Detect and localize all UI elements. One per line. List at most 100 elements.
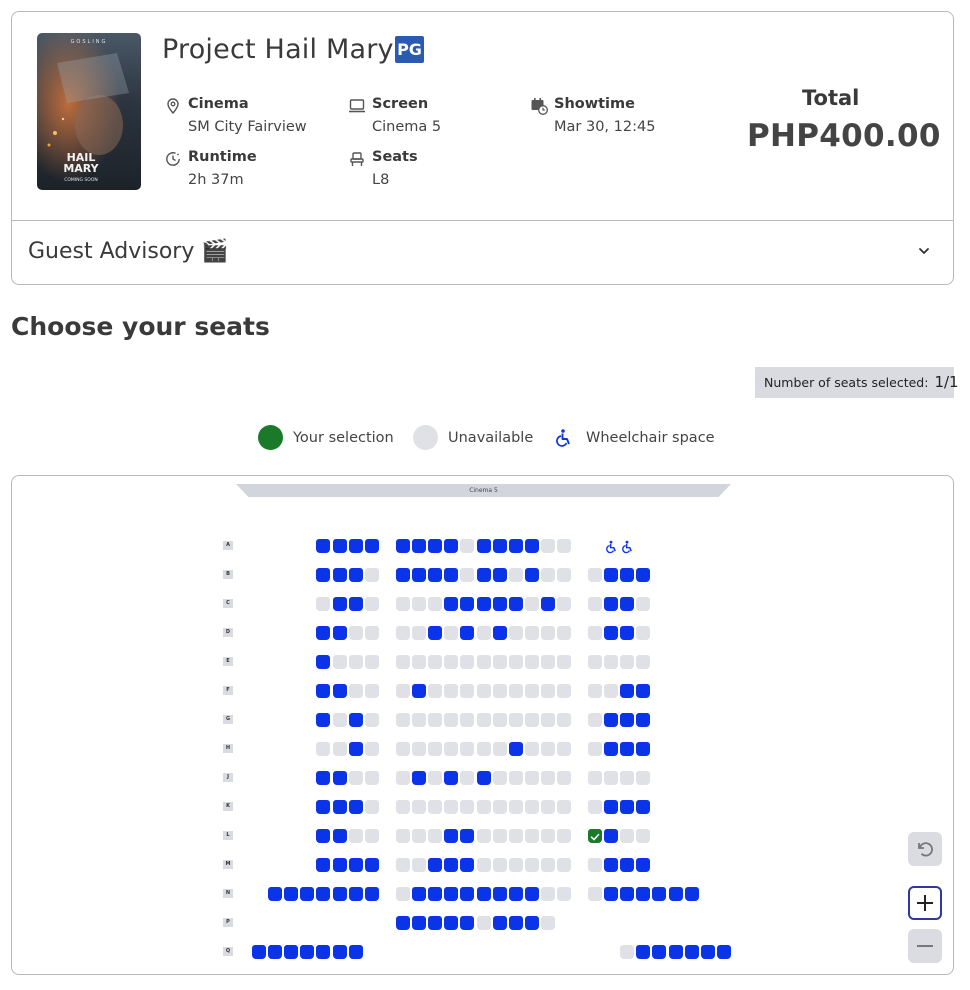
seat-available[interactable] (316, 800, 330, 814)
seat-available[interactable] (412, 771, 426, 785)
seat-available[interactable] (316, 568, 330, 582)
wheelchair-space-icon[interactable] (604, 539, 618, 554)
seat-available[interactable] (284, 887, 298, 901)
seat-available[interactable] (460, 916, 474, 930)
seat-available[interactable] (636, 887, 650, 901)
seat-available[interactable] (620, 568, 634, 582)
seat-available[interactable] (460, 887, 474, 901)
seat-available[interactable] (460, 829, 474, 843)
seat-available[interactable] (349, 800, 363, 814)
seat-available[interactable] (460, 858, 474, 872)
seat-available[interactable] (444, 597, 458, 611)
seat-available[interactable] (620, 800, 634, 814)
zoom-out-button[interactable] (908, 929, 942, 963)
seat-available[interactable] (620, 858, 634, 872)
seat-available[interactable] (396, 539, 410, 553)
seat-available[interactable] (525, 916, 539, 930)
seat-available[interactable] (428, 916, 442, 930)
seat-available[interactable] (316, 771, 330, 785)
seat-available[interactable] (493, 626, 507, 640)
seat-available[interactable] (412, 916, 426, 930)
seat-available[interactable] (685, 945, 699, 959)
seat-available[interactable] (636, 858, 650, 872)
seat-available[interactable] (604, 568, 618, 582)
seat-available[interactable] (685, 887, 699, 901)
seat-available[interactable] (349, 597, 363, 611)
seat-available[interactable] (316, 684, 330, 698)
seat-available[interactable] (349, 713, 363, 727)
seat-available[interactable] (701, 945, 715, 959)
seat-available[interactable] (444, 539, 458, 553)
seat-available[interactable] (268, 945, 282, 959)
seat-available[interactable] (604, 858, 618, 872)
seat-available[interactable] (396, 568, 410, 582)
seat-available[interactable] (444, 916, 458, 930)
seat-available[interactable] (316, 655, 330, 669)
seat-available[interactable] (333, 539, 347, 553)
seat-available[interactable] (444, 829, 458, 843)
seat-available[interactable] (333, 684, 347, 698)
seat-available[interactable] (509, 742, 523, 756)
seat-selected[interactable] (588, 829, 602, 843)
seat-available[interactable] (444, 568, 458, 582)
seat-available[interactable] (365, 887, 379, 901)
seat-available[interactable] (333, 800, 347, 814)
seat-available[interactable] (604, 829, 618, 843)
seat-available[interactable] (509, 916, 523, 930)
seat-available[interactable] (396, 916, 410, 930)
chevron-down-icon[interactable] (917, 244, 931, 258)
seat-available[interactable] (509, 597, 523, 611)
seat-available[interactable] (333, 887, 347, 901)
seat-available[interactable] (509, 539, 523, 553)
seat-available[interactable] (444, 887, 458, 901)
reset-button[interactable] (908, 832, 942, 866)
seat-available[interactable] (333, 858, 347, 872)
seat-available[interactable] (412, 568, 426, 582)
seat-available[interactable] (333, 771, 347, 785)
seat-available[interactable] (333, 626, 347, 640)
seat-available[interactable] (300, 945, 314, 959)
seat-available[interactable] (541, 597, 555, 611)
seat-available[interactable] (652, 887, 666, 901)
seat-available[interactable] (316, 887, 330, 901)
seat-available[interactable] (636, 568, 650, 582)
seat-available[interactable] (460, 597, 474, 611)
seat-available[interactable] (636, 800, 650, 814)
seat-available[interactable] (620, 713, 634, 727)
seat-available[interactable] (316, 829, 330, 843)
seat-available[interactable] (477, 597, 491, 611)
seat-available[interactable] (493, 916, 507, 930)
seat-available[interactable] (316, 626, 330, 640)
seat-available[interactable] (477, 539, 491, 553)
zoom-in-button[interactable] (908, 886, 942, 920)
seat-available[interactable] (428, 858, 442, 872)
seat-available[interactable] (636, 713, 650, 727)
seat-available[interactable] (349, 945, 363, 959)
seat-available[interactable] (460, 626, 474, 640)
seat-available[interactable] (620, 742, 634, 756)
seat-available[interactable] (349, 742, 363, 756)
seat-available[interactable] (525, 568, 539, 582)
seat-available[interactable] (493, 539, 507, 553)
seat-available[interactable] (620, 597, 634, 611)
seat-available[interactable] (252, 945, 266, 959)
seat-available[interactable] (428, 568, 442, 582)
seat-available[interactable] (604, 800, 618, 814)
seat-available[interactable] (620, 626, 634, 640)
seat-available[interactable] (604, 626, 618, 640)
seat-available[interactable] (333, 597, 347, 611)
seat-available[interactable] (365, 858, 379, 872)
seat-available[interactable] (477, 887, 491, 901)
seat-available[interactable] (444, 858, 458, 872)
seat-available[interactable] (652, 945, 666, 959)
seat-available[interactable] (316, 713, 330, 727)
seat-available[interactable] (316, 945, 330, 959)
seat-available[interactable] (717, 945, 731, 959)
seat-available[interactable] (333, 829, 347, 843)
seat-available[interactable] (636, 742, 650, 756)
seat-available[interactable] (604, 742, 618, 756)
seat-available[interactable] (493, 887, 507, 901)
seat-available[interactable] (669, 945, 683, 959)
seat-available[interactable] (525, 539, 539, 553)
seat-available[interactable] (636, 945, 650, 959)
